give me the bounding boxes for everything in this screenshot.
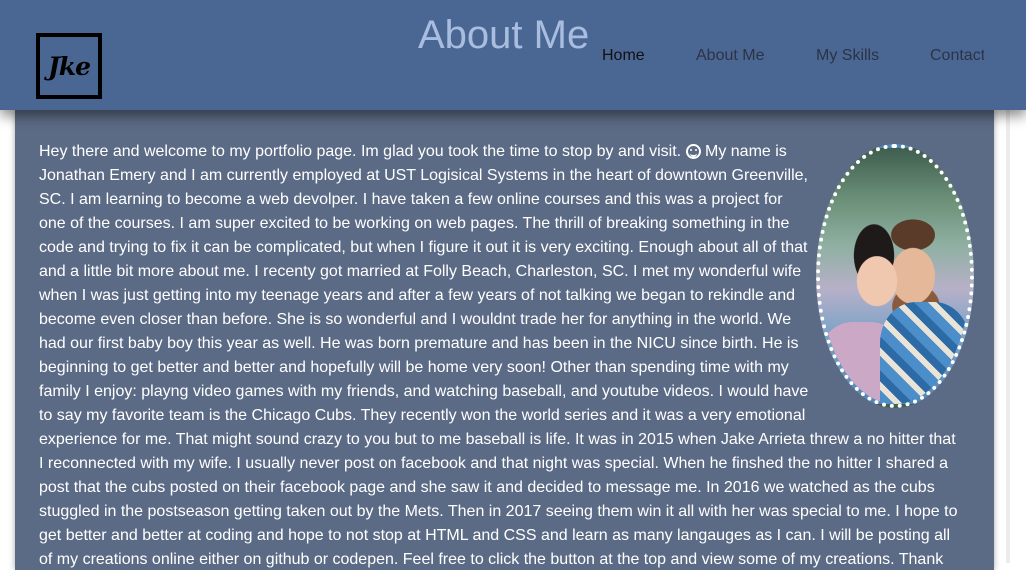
nav-link-contact[interactable]: Contact: [930, 45, 984, 67]
smiley-icon: [685, 144, 701, 159]
bio-text-intro: Hey there and welcome to my portfolio pa…: [39, 143, 682, 160]
about-content: Hey there and welcome to my portfolio pa…: [15, 110, 994, 570]
nav-link-home[interactable]: Home: [602, 45, 645, 67]
nav-link-skills[interactable]: My Skills: [816, 45, 879, 67]
scrollbar-track[interactable]: [1006, 110, 1010, 563]
site-header: Jke About Me Home About Me My Skills Con…: [0, 0, 1026, 110]
main-nav: Home About Me My Skills Contact: [0, 45, 1026, 67]
profile-photo: [816, 144, 974, 408]
nav-link-about[interactable]: About Me: [696, 45, 764, 67]
photo-detail-right: [880, 301, 970, 404]
